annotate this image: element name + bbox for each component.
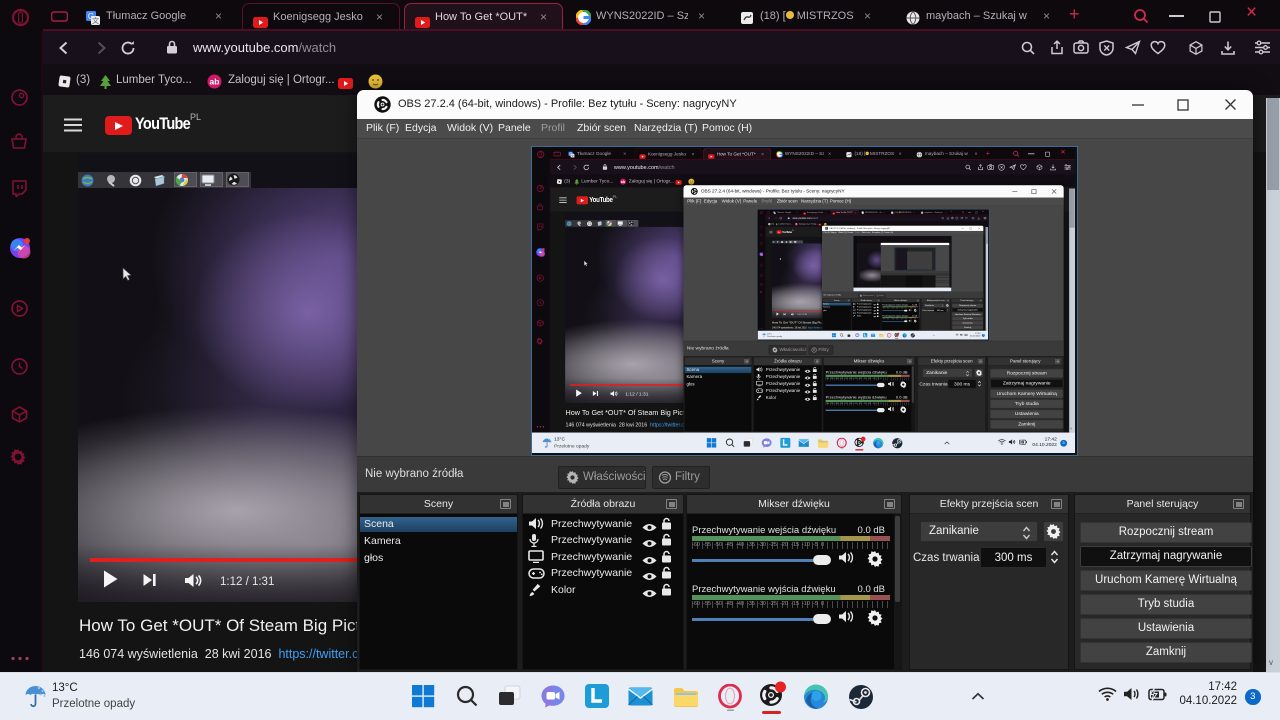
svg-text:文: 文 [92, 16, 99, 25]
svg-text:ab: ab [210, 77, 220, 87]
svg-text:ab: ab [795, 224, 797, 226]
svg-text:文: 文 [571, 153, 574, 158]
